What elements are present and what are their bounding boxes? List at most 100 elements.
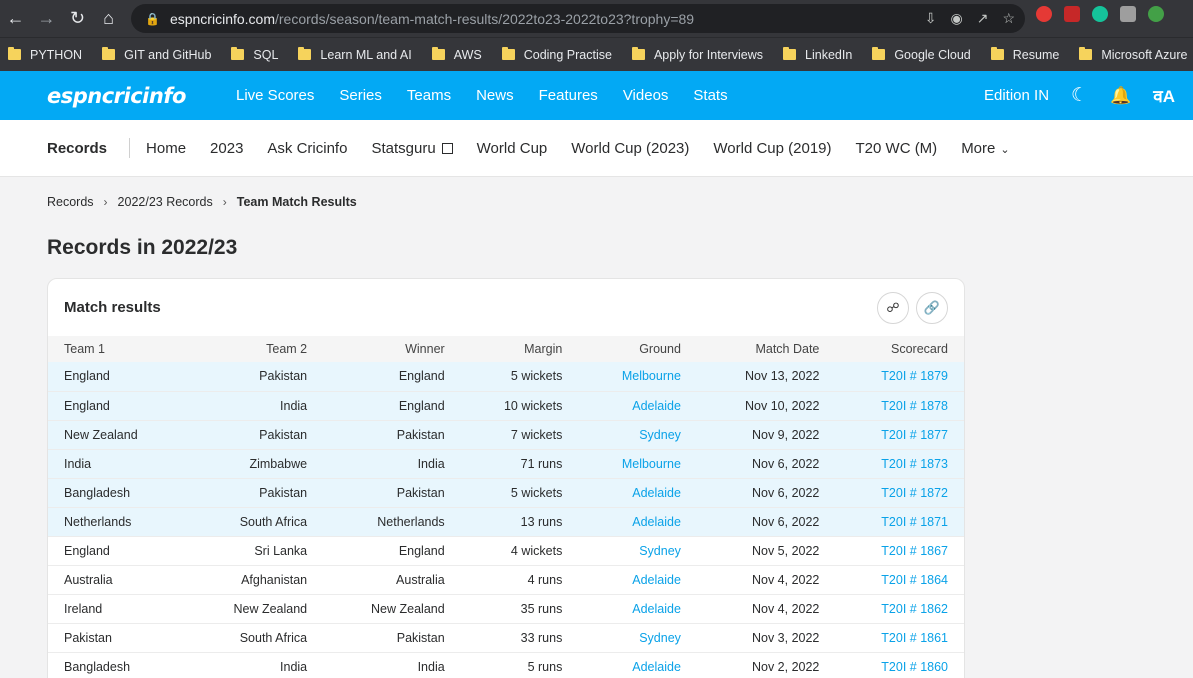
- team2-cell: New Zealand: [233, 601, 308, 616]
- winner-cell: India: [417, 456, 445, 471]
- edition-selector[interactable]: Edition IN: [984, 87, 1049, 104]
- language-icon[interactable]: वA: [1153, 84, 1175, 107]
- bookmark-item[interactable]: Resume: [990, 47, 1059, 62]
- bookmark-item[interactable]: SQL: [231, 47, 278, 62]
- folder-icon: [8, 47, 21, 60]
- subnav-link[interactable]: World Cup (2023): [571, 140, 689, 157]
- install-icon[interactable]: ⇩: [925, 10, 937, 27]
- bookmark-item[interactable]: LinkedIn: [783, 47, 852, 62]
- ground-link[interactable]: Sydney: [578, 536, 697, 565]
- bookmark-item[interactable]: PYTHON: [8, 47, 82, 62]
- ground-link[interactable]: Adelaide: [578, 565, 697, 594]
- scorecard-link[interactable]: T20I # 1871: [835, 507, 964, 536]
- espncricinfo-logo[interactable]: espncricinfo: [47, 84, 207, 108]
- bookmark-item[interactable]: Coding Practise: [501, 47, 612, 62]
- column-header[interactable]: Margin: [461, 336, 579, 362]
- winner-cell: Pakistan: [396, 427, 445, 442]
- grammarly-icon[interactable]: [1092, 6, 1108, 22]
- breadcrumb-records[interactable]: Records: [47, 195, 94, 209]
- star-icon[interactable]: ☆: [1002, 10, 1015, 27]
- ground-link[interactable]: Melbourne: [578, 449, 697, 478]
- nav-item-videos[interactable]: Videos: [623, 87, 669, 104]
- table-row: Bangladesh Pakistan Pakistan 5 wickets Adela…: [48, 478, 964, 507]
- camera-icon[interactable]: [1120, 6, 1136, 22]
- more-menu-button[interactable]: More ⌄: [961, 140, 1009, 157]
- back-icon[interactable]: ←: [0, 4, 31, 34]
- address-bar[interactable]: 🔒 espncricinfo.com/records/season/team-m…: [131, 4, 1025, 33]
- bookmark-item[interactable]: Google Cloud: [872, 47, 971, 62]
- scorecard-link[interactable]: T20I # 1862: [835, 594, 964, 623]
- ground-link[interactable]: Adelaide: [578, 391, 697, 420]
- column-header[interactable]: Team 2: [186, 336, 324, 362]
- share-button[interactable]: ☍: [877, 292, 909, 324]
- scorecard-link[interactable]: T20I # 1867: [835, 536, 964, 565]
- bookmark-item[interactable]: Microsoft Azure: [1079, 47, 1187, 62]
- bookmark-item[interactable]: Learn ML and AI: [298, 47, 412, 62]
- subnav-link[interactable]: T20 WC (M): [856, 140, 938, 157]
- scorecard-link[interactable]: T20I # 1878: [835, 391, 964, 420]
- bell-icon[interactable]: 🔔: [1110, 86, 1131, 106]
- scorecard-link[interactable]: T20I # 1879: [835, 362, 964, 391]
- nav-item-series[interactable]: Series: [339, 87, 382, 104]
- date-cell: Nov 2, 2022: [751, 659, 820, 674]
- nav-item-live-scores[interactable]: Live Scores: [236, 87, 314, 104]
- ground-link[interactable]: Adelaide: [578, 594, 697, 623]
- reload-icon[interactable]: ↻: [62, 4, 93, 34]
- winner-cell: Australia: [396, 572, 445, 587]
- ground-link[interactable]: Sydney: [578, 623, 697, 652]
- forward-icon[interactable]: →: [31, 4, 62, 34]
- subnav-link[interactable]: Ask Cricinfo: [267, 140, 347, 157]
- ground-link[interactable]: Adelaide: [578, 652, 697, 678]
- eye-off-icon[interactable]: ◉: [950, 10, 962, 27]
- column-header[interactable]: Ground: [578, 336, 697, 362]
- nav-item-teams[interactable]: Teams: [407, 87, 451, 104]
- subnav-link[interactable]: World Cup: [477, 140, 548, 157]
- breadcrumb-season-records[interactable]: 2022/23 Records: [118, 195, 213, 209]
- bookmark-item[interactable]: AWS: [431, 47, 482, 62]
- bookmarks-bar: PYTHON GIT and GitHub SQL Learn ML and AI AW…: [0, 37, 1193, 71]
- subnav-divider: [129, 138, 131, 158]
- scorecard-link[interactable]: T20I # 1860: [835, 652, 964, 678]
- margin-cell: 4 wickets: [510, 543, 563, 558]
- more-label: More: [961, 139, 996, 157]
- nav-item-news[interactable]: News: [476, 87, 514, 104]
- column-header[interactable]: Scorecard: [835, 336, 964, 362]
- column-header[interactable]: Team 1: [48, 336, 186, 362]
- ground-link[interactable]: Adelaide: [578, 478, 697, 507]
- team2-cell: India: [280, 659, 308, 674]
- date-cell: Nov 9, 2022: [751, 427, 820, 442]
- scorecard-link[interactable]: T20I # 1877: [835, 420, 964, 449]
- subnav-link[interactable]: World Cup (2019): [713, 140, 831, 157]
- subnav-link[interactable]: Home: [146, 140, 186, 157]
- bookmark-label: Coding Practise: [523, 47, 612, 62]
- scorecard-link[interactable]: T20I # 1873: [835, 449, 964, 478]
- margin-cell: 7 wickets: [510, 427, 563, 442]
- chevron-right-icon: ›: [222, 195, 227, 209]
- subnav-link[interactable]: Statsguru: [371, 140, 453, 157]
- scorecard-link[interactable]: T20I # 1864: [835, 565, 964, 594]
- nav-item-features[interactable]: Features: [539, 87, 598, 104]
- home-icon[interactable]: ⌂: [93, 4, 124, 34]
- date-cell: Nov 5, 2022: [751, 543, 820, 558]
- extension-hand-icon[interactable]: [1036, 6, 1052, 22]
- subnav-title[interactable]: Records: [47, 140, 107, 157]
- scorecard-link[interactable]: T20I # 1872: [835, 478, 964, 507]
- column-header[interactable]: Match Date: [697, 336, 835, 362]
- copy-link-button[interactable]: 🔗: [916, 292, 948, 324]
- table-row: Ireland New Zealand New Zealand 35 runs Adel…: [48, 594, 964, 623]
- breadcrumb-current: Team Match Results: [236, 195, 357, 209]
- ground-link[interactable]: Sydney: [578, 420, 697, 449]
- nav-item-stats[interactable]: Stats: [693, 87, 727, 104]
- moon-icon[interactable]: ☾: [1071, 84, 1088, 107]
- extension-leaf-icon[interactable]: [1148, 6, 1164, 22]
- ground-link[interactable]: Adelaide: [578, 507, 697, 536]
- bookmark-item[interactable]: GIT and GitHub: [102, 47, 211, 62]
- bookmark-item[interactable]: Apply for Interviews: [631, 47, 763, 62]
- scorecard-link[interactable]: T20I # 1861: [835, 623, 964, 652]
- subnav-link[interactable]: 2023: [210, 140, 243, 157]
- match-results-card: Match results ☍ 🔗 Team 1 Team 2 Winner Marg…: [47, 278, 965, 678]
- extension-book-icon[interactable]: [1064, 6, 1080, 22]
- column-header[interactable]: Winner: [323, 336, 461, 362]
- share-icon[interactable]: ↗: [977, 10, 989, 27]
- ground-link[interactable]: Melbourne: [578, 362, 697, 391]
